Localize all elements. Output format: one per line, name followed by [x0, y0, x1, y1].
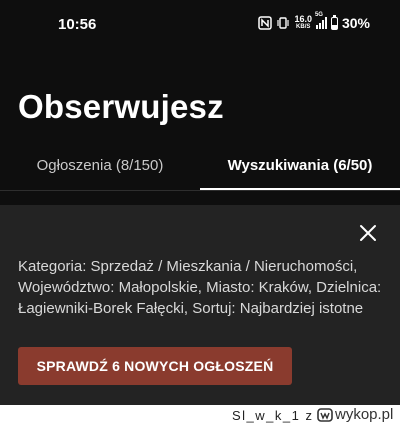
status-icons: 16.0 KB/S 5G 30%	[258, 12, 370, 31]
tabs-divider	[0, 190, 400, 191]
vibrate-icon	[277, 17, 290, 29]
signal-icon: 5G	[315, 12, 327, 29]
battery-percent: 30%	[341, 15, 370, 31]
tab-bar: Ogłoszenia (8/150) Wyszukiwania (6/50)	[0, 145, 400, 191]
check-new-ads-button[interactable]: SPRAWDŹ 6 NOWYCH OGŁOSZEŃ	[18, 347, 292, 385]
battery-fill	[331, 25, 337, 29]
page-title: Obserwujesz	[18, 88, 224, 125]
status-time: 10:56	[58, 16, 97, 33]
wykop-logo-icon	[317, 407, 333, 422]
status-bar: 10:56 16.0 KB/S 5G 30%	[0, 0, 400, 50]
watermark-logo: wykop.pl	[317, 406, 393, 423]
close-icon[interactable]	[357, 222, 379, 244]
network-speed-unit: KB/S	[296, 24, 311, 30]
network-speed-value: 16.0	[294, 14, 312, 24]
network-speed: 16.0 KB/S	[294, 15, 312, 31]
tab-ads[interactable]: Ogłoszenia (8/150)	[0, 145, 200, 191]
watermark-site: wykop.pl	[335, 406, 394, 423]
watermark-bar: Sl_w_k_1 z wykop.pl	[0, 405, 400, 427]
tab-searches[interactable]: Wyszukiwania (6/50)	[200, 145, 400, 191]
watermark-username: Sl_w_k_1 z	[232, 408, 314, 423]
tab-ads-label: Ogłoszenia (8/150)	[36, 157, 164, 174]
app-screen: 10:56 16.0 KB/S 5G 30% Obserwujesz Ogłos…	[0, 0, 400, 405]
battery-icon	[330, 14, 338, 30]
network-generation: 5G	[314, 12, 323, 18]
tab-searches-label: Wyszukiwania (6/50)	[227, 157, 373, 174]
nfc-icon	[258, 16, 273, 30]
saved-search-description: Kategoria: Sprzedaż / Mieszkania / Nieru…	[18, 258, 382, 317]
